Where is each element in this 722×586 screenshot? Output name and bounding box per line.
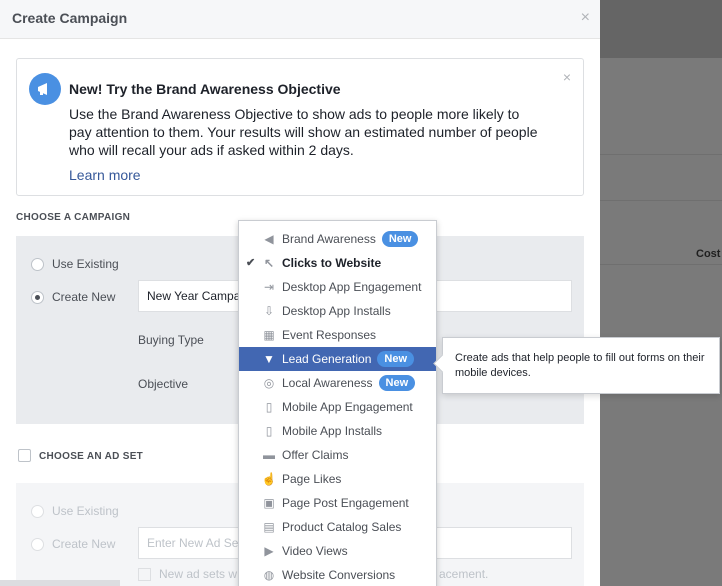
objective-option-label: Page Post Engagement xyxy=(282,496,409,510)
objective-option-local-awareness[interactable]: ◎ Local Awareness New xyxy=(239,371,436,395)
create-new-adset-option[interactable]: Create New xyxy=(31,537,115,551)
objective-option-label: Page Likes xyxy=(282,472,342,486)
mobile-app-install-icon: ▯ xyxy=(265,424,273,438)
objective-option-label: Video Views xyxy=(282,544,348,558)
choose-ad-set-label: CHOOSE AN AD SET xyxy=(39,451,144,462)
buying-type-label: Buying Type xyxy=(138,333,204,347)
objective-option-label: Desktop App Installs xyxy=(282,304,391,318)
cursor-icon: ↖ xyxy=(263,256,275,270)
objective-option-label: Offer Claims xyxy=(282,448,349,462)
choose-ad-set-checkbox[interactable] xyxy=(18,449,31,462)
notice-close-icon[interactable]: × xyxy=(563,69,571,85)
objective-option-brand-awareness[interactable]: ◀ Brand Awareness New xyxy=(239,227,436,251)
use-existing-campaign-option[interactable]: Use Existing xyxy=(31,257,119,271)
globe-icon: ◍ xyxy=(263,568,275,582)
objective-option-video-views[interactable]: ▶ Video Views xyxy=(239,539,436,563)
objective-option-desktop-app-engagement[interactable]: ⇥ Desktop App Engagement xyxy=(239,275,436,299)
checkmark-icon: ✔ xyxy=(246,257,256,269)
radio-button[interactable] xyxy=(31,537,44,551)
objective-option-mobile-app-installs[interactable]: ▯ Mobile App Installs xyxy=(239,419,436,443)
modal-close-icon[interactable]: × xyxy=(581,9,590,27)
objective-option-website-conversions[interactable]: ◍ Website Conversions xyxy=(239,563,436,586)
objective-option-page-likes[interactable]: ☝ Page Likes xyxy=(239,467,436,491)
calendar-icon: ▦ xyxy=(263,328,275,342)
desktop-app-install-icon: ⇩ xyxy=(263,304,275,318)
new-badge: New xyxy=(377,351,415,367)
radio-button[interactable] xyxy=(31,257,44,271)
background-header xyxy=(600,0,722,58)
modal-footer-edge xyxy=(0,580,120,586)
create-new-label: Create New xyxy=(52,290,116,304)
modal-title: Create Campaign xyxy=(12,10,128,26)
new-badge: New xyxy=(378,375,416,391)
objective-option-label: Clicks to Website xyxy=(282,256,382,270)
radio-button-selected[interactable] xyxy=(31,290,44,304)
choose-campaign-label: CHOOSE A CAMPAIGN xyxy=(16,212,131,223)
desktop-app-engagement-icon: ⇥ xyxy=(263,280,275,294)
objective-label: Objective xyxy=(138,377,189,391)
objective-option-label: Mobile App Installs xyxy=(282,424,383,438)
ad-set-note-checkbox[interactable] xyxy=(138,567,151,581)
objective-option-lead-generation[interactable]: ▼ Lead Generation New xyxy=(239,347,436,371)
objective-option-clicks-to-website[interactable]: ✔ ↖ Clicks to Website xyxy=(239,251,436,275)
new-badge: New xyxy=(381,231,419,247)
learn-more-link[interactable]: Learn more xyxy=(69,167,141,183)
use-existing-label: Use Existing xyxy=(52,257,119,271)
background-divider xyxy=(600,154,722,155)
objective-option-product-catalog-sales[interactable]: ▤ Product Catalog Sales xyxy=(239,515,436,539)
objective-option-desktop-app-installs[interactable]: ⇩ Desktop App Installs xyxy=(239,299,436,323)
notice-title: New! Try the Brand Awareness Objective xyxy=(69,81,341,97)
modal-header: Create Campaign × xyxy=(0,0,600,39)
objective-option-event-responses[interactable]: ▦ Event Responses xyxy=(239,323,436,347)
objective-option-label: Lead Generation xyxy=(282,352,372,366)
objective-option-label: Website Conversions xyxy=(282,568,396,582)
objective-dropdown-menu[interactable]: ◀ Brand Awareness New ✔ ↖ Clicks to Website ⇥ D… xyxy=(238,220,437,586)
location-pin-icon: ◎ xyxy=(263,376,275,390)
funnel-icon: ▼ xyxy=(263,352,275,366)
create-new-label: Create New xyxy=(52,537,116,551)
megaphone-icon xyxy=(29,73,61,105)
ad-set-note: New ad sets w xyxy=(138,567,237,581)
objective-option-label: Mobile App Engagement xyxy=(282,400,413,414)
background-cost-header: Cost xyxy=(696,248,721,260)
background-divider xyxy=(600,200,722,201)
megaphone-icon: ◀ xyxy=(264,232,274,246)
objective-option-offer-claims[interactable]: ▬ Offer Claims xyxy=(239,443,436,467)
use-existing-adset-option[interactable]: Use Existing xyxy=(31,504,119,518)
ad-set-note-tail: acement. xyxy=(439,567,489,581)
offer-icon: ▬ xyxy=(263,448,275,462)
objective-option-label: Desktop App Engagement xyxy=(282,280,422,294)
ad-set-note-text: New ad sets w xyxy=(159,567,238,581)
use-existing-label: Use Existing xyxy=(52,504,119,518)
background-divider xyxy=(600,264,722,265)
radio-button[interactable] xyxy=(31,504,44,518)
objective-option-page-post-engagement[interactable]: ▣ Page Post Engagement xyxy=(239,491,436,515)
notice-body: Use the Brand Awareness Objective to sho… xyxy=(69,106,538,158)
objective-option-label: Brand Awareness xyxy=(282,232,376,246)
brand-awareness-notice: × New! Try the Brand Awareness Objective… xyxy=(16,58,584,196)
video-camera-icon: ▶ xyxy=(264,544,274,558)
create-new-campaign-option[interactable]: Create New xyxy=(31,290,115,304)
chat-bubbles-icon: ▣ xyxy=(263,496,275,510)
mobile-app-engagement-icon: ▯ xyxy=(265,400,273,414)
lead-generation-tooltip: Create ads that help people to fill out … xyxy=(442,337,720,394)
background-app: Cost xyxy=(600,0,722,586)
objective-option-label: Event Responses xyxy=(282,328,377,342)
objective-option-mobile-app-engagement[interactable]: ▯ Mobile App Engagement xyxy=(239,395,436,419)
objective-option-label: Local Awareness xyxy=(282,376,373,390)
objective-option-label: Product Catalog Sales xyxy=(282,520,402,534)
cart-icon: ▤ xyxy=(263,520,275,534)
thumbs-up-icon: ☝ xyxy=(261,472,277,486)
